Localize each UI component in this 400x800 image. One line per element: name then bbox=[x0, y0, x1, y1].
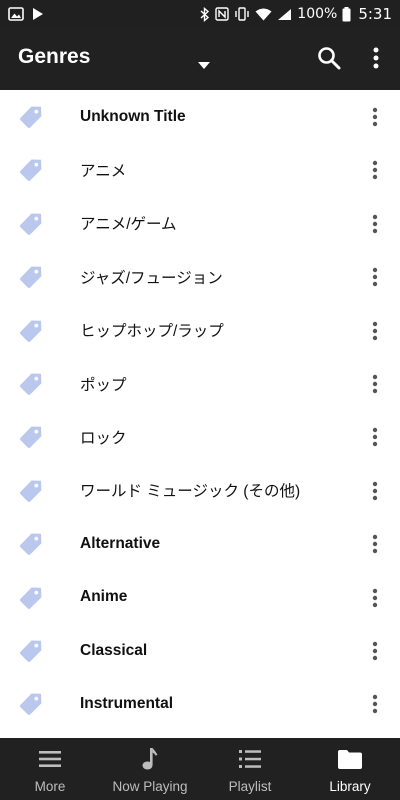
status-time: 5:31 bbox=[358, 5, 392, 23]
tag-icon bbox=[18, 211, 44, 237]
page-title[interactable]: Genres bbox=[18, 45, 90, 69]
more-options-icon[interactable] bbox=[366, 638, 384, 664]
tag-icon bbox=[18, 531, 44, 557]
genre-label: ヒップホップ/ラップ bbox=[80, 323, 224, 341]
genre-label: ポップ bbox=[80, 376, 127, 394]
status-bar: 100% 5:31 bbox=[0, 0, 400, 28]
tag-icon bbox=[18, 638, 44, 664]
more-options-icon[interactable] bbox=[366, 478, 384, 504]
status-bar-left bbox=[8, 7, 44, 21]
bluetooth-icon bbox=[200, 6, 210, 22]
nav-item-more[interactable]: More bbox=[0, 738, 100, 800]
genre-label: ワールド ミュージック (その他) bbox=[80, 483, 301, 501]
nav-label: More bbox=[34, 779, 66, 794]
more-options-icon[interactable] bbox=[366, 104, 384, 130]
app-root: 100% 5:31 Genres Unknown Title アニメアニメ/ゲーム… bbox=[0, 0, 400, 800]
nav-label: Playlist bbox=[228, 779, 272, 794]
list-item[interactable]: Classical bbox=[0, 624, 400, 677]
list-item[interactable]: Instrumental bbox=[0, 677, 400, 730]
battery-percentage: 100% bbox=[297, 6, 338, 22]
list-item[interactable]: ヒップホップ/ラップ bbox=[0, 304, 400, 357]
nav-label: Now Playing bbox=[112, 779, 188, 794]
genre-label: Unknown Title bbox=[80, 107, 186, 125]
tag-icon bbox=[18, 424, 44, 450]
playlist-icon bbox=[237, 747, 263, 771]
tag-icon bbox=[18, 318, 44, 344]
tag-icon bbox=[18, 264, 44, 290]
nfc-icon bbox=[215, 7, 229, 21]
list-item[interactable]: Alternative bbox=[0, 517, 400, 570]
bottom-navigation: More Now Playing Playlist Library bbox=[0, 738, 400, 800]
tag-icon bbox=[18, 478, 44, 504]
tag-icon bbox=[18, 157, 44, 183]
nav-label: Library bbox=[329, 779, 371, 794]
genre-label: Instrumental bbox=[80, 694, 174, 712]
list-item[interactable]: Unknown Title bbox=[0, 90, 400, 143]
search-icon[interactable] bbox=[316, 45, 342, 71]
genre-label: Alternative bbox=[80, 534, 161, 552]
tag-icon bbox=[18, 691, 44, 717]
vibrate-icon bbox=[234, 7, 250, 21]
list-item[interactable]: ロック bbox=[0, 410, 400, 463]
nav-item-now-playing[interactable]: Now Playing bbox=[100, 738, 200, 800]
more-options-icon[interactable] bbox=[366, 264, 384, 290]
tag-icon bbox=[18, 585, 44, 611]
more-options-icon[interactable] bbox=[366, 424, 384, 450]
more-options-icon[interactable] bbox=[366, 211, 384, 237]
list-item[interactable]: ワールド ミュージック (その他) bbox=[0, 464, 400, 517]
more-options-icon[interactable] bbox=[366, 585, 384, 611]
signal-icon bbox=[277, 8, 292, 21]
folder-icon bbox=[337, 747, 363, 771]
genre-label: ロック bbox=[80, 430, 127, 448]
dropdown-caret-icon[interactable] bbox=[198, 55, 210, 69]
more-options-icon[interactable] bbox=[366, 371, 384, 397]
genre-label: Classical bbox=[80, 641, 148, 659]
hamburger-icon bbox=[37, 747, 63, 771]
list-item[interactable]: アニメ/ゲーム bbox=[0, 197, 400, 250]
more-options-icon[interactable] bbox=[366, 318, 384, 344]
overflow-menu-icon[interactable] bbox=[366, 44, 386, 72]
genre-label: アニメ bbox=[80, 163, 127, 181]
tag-icon bbox=[18, 371, 44, 397]
list-item[interactable]: アニメ bbox=[0, 143, 400, 196]
status-bar-right: 100% 5:31 bbox=[200, 5, 392, 23]
list-item[interactable]: Anime bbox=[0, 571, 400, 624]
more-options-icon[interactable] bbox=[366, 691, 384, 717]
genre-list: Unknown Title アニメアニメ/ゲームジャズ/フュージョン ヒップホップ/… bbox=[0, 90, 400, 738]
list-item[interactable]: ジャズ/フュージョン bbox=[0, 250, 400, 303]
battery-icon bbox=[342, 6, 351, 22]
play-icon bbox=[31, 7, 44, 21]
wifi-icon bbox=[255, 8, 272, 21]
nav-item-playlist[interactable]: Playlist bbox=[200, 738, 300, 800]
genre-label: アニメ/ゲーム bbox=[80, 216, 177, 234]
genre-label: Anime bbox=[80, 588, 128, 606]
app-bar: Genres bbox=[0, 28, 400, 90]
more-options-icon[interactable] bbox=[366, 531, 384, 557]
more-options-icon[interactable] bbox=[366, 157, 384, 183]
tag-icon bbox=[18, 104, 44, 130]
genre-label: ジャズ/フュージョン bbox=[80, 269, 223, 287]
music-note-icon bbox=[137, 747, 163, 771]
list-item[interactable]: ポップ bbox=[0, 357, 400, 410]
image-icon bbox=[8, 7, 24, 21]
nav-item-library[interactable]: Library bbox=[300, 738, 400, 800]
